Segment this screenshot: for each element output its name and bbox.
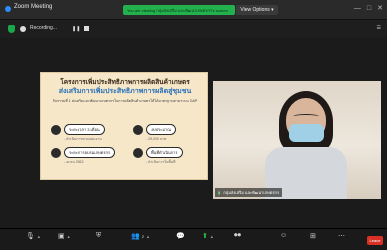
slide-subtitle: ส่งเสริมการเพิ่มประสิทธิภาพการผลิตสู่ชุม… — [58, 88, 192, 95]
participants-count: 2 — [141, 233, 144, 239]
recording-icon — [20, 26, 26, 32]
zoom-logo-icon — [5, 6, 11, 12]
participant-name: กลุ่มส่งเสริม และพัฒนาเกษตรกร — [223, 190, 280, 195]
slide-item-title: ระยะการอบรมเกษตรกร — [64, 147, 116, 158]
calendar-icon — [51, 148, 61, 158]
participant-video[interactable]: ▮ กลุ่มส่งเสริม และพัฒนาเกษตรกร — [213, 81, 381, 199]
view-options-button[interactable]: View Options ▾ — [236, 5, 278, 15]
apps-icon: ⊞ — [310, 233, 316, 240]
viewing-banner-text: You are viewing กลุ่มส่งเสริม และพัฒนาเก… — [127, 7, 228, 13]
clock-icon — [51, 125, 61, 135]
share-screen-button[interactable]: ⬆ ▲ — [202, 232, 214, 240]
participant-name-label: ▮ กลุ่มส่งเสริม และพัฒนาเกษตรกร — [215, 188, 283, 197]
slide-item-training: ระยะการอบรมเกษตรกร - อบรม 2563 — [51, 147, 116, 165]
slide-item-sub: - ดำเนินการตามแผนงาน — [64, 137, 102, 141]
apps-button[interactable]: ⊞ — [310, 232, 316, 240]
slide-item-area: พื้นที่ดำเนินการ - ดำเนินการในพื้นที่ — [133, 147, 183, 165]
signal-strength-icon: ▮ — [218, 190, 221, 195]
window-title: Zoom Meeting — [14, 4, 53, 10]
chat-button[interactable]: 💬 — [176, 232, 185, 240]
reaction-icon: ☺ — [280, 232, 288, 239]
chevron-up-icon[interactable]: ▲ — [37, 234, 41, 239]
face-mask — [289, 124, 324, 142]
record-icon: ⏺⏺ — [234, 232, 241, 239]
pause-recording-icon[interactable]: ❚❚ — [72, 26, 80, 32]
stop-recording-icon[interactable] — [84, 26, 89, 31]
participants-icon: 👥 — [131, 233, 140, 240]
slide-description: กิจกรรมที่ 1 ส่งเสริมและพัฒนาเกษตรกรในกา… — [52, 99, 198, 103]
slide-item-title: งบประมาณ — [146, 124, 176, 135]
recording-label: Recording... — [30, 25, 57, 31]
minimize-icon[interactable]: — — [354, 4, 361, 14]
slide-item-duration: ระยะเวลา 3 เดือน - ดำเนินการตามแผนงาน — [51, 124, 105, 142]
gallery-view-icon[interactable]: ☰ — [377, 25, 381, 31]
video-button[interactable]: ▣ ▲ — [58, 232, 71, 240]
participant-eyes — [293, 114, 319, 119]
participants-button[interactable]: 👥 2 ▲ — [131, 232, 150, 240]
close-icon[interactable]: ✕ — [377, 4, 383, 14]
shield-icon: ⛨ — [96, 232, 102, 239]
slide-item-title: ระยะเวลา 3 เดือน — [64, 124, 105, 135]
share-screen-icon: ⬆ — [202, 233, 208, 240]
maximize-icon[interactable]: □ — [367, 4, 371, 14]
microphone-icon: 🎙 — [26, 233, 35, 240]
mute-button[interactable]: 🎙 ▲ — [26, 232, 41, 240]
slide-item-sub: - อบรม 2563 — [64, 160, 84, 164]
chat-icon: 💬 — [176, 233, 185, 240]
security-button[interactable]: ⛨ — [96, 232, 101, 240]
money-icon — [133, 125, 143, 135]
slide-item-sub: - ดำเนินการในพื้นที่ — [146, 160, 176, 164]
meeting-status-bar: Recording... ❚❚ ☰ — [0, 20, 387, 38]
more-button[interactable]: ⋯ — [338, 232, 345, 240]
leave-button[interactable]: Leave — [367, 236, 383, 245]
meeting-toolbar: 🎙 ▲ ▣ ▲ ⛨ 👥 2 ▲ 💬 ⬆ ▲ ⏺⏺ ☺ ⊞ ⋯ Leave — [0, 228, 387, 250]
slide-item-title: พื้นที่ดำเนินการ — [146, 147, 183, 158]
video-camera-icon: ▣ — [58, 233, 65, 240]
viewing-banner: You are viewing กลุ่มส่งเสริม และพัฒนาเก… — [123, 5, 235, 15]
chevron-up-icon[interactable]: ▲ — [210, 234, 214, 239]
slide-item-budget: งบประมาณ - 25,000 บาท — [133, 124, 176, 142]
security-shield-icon[interactable] — [8, 25, 15, 33]
chevron-up-icon[interactable]: ▲ — [146, 234, 150, 239]
window-controls: — □ ✕ — [354, 4, 383, 14]
location-pin-icon — [133, 148, 143, 158]
slide-item-sub: - 25,000 บาท — [146, 137, 167, 141]
window-title-bar: Zoom Meeting You are viewing กลุ่มส่งเสร… — [0, 0, 387, 20]
shared-screen: โครงการเพิ่มประสิทธิภาพการผลิตสินค้าเกษต… — [40, 72, 208, 180]
more-icon: ⋯ — [338, 233, 345, 240]
record-button[interactable]: ⏺⏺ — [234, 232, 241, 240]
reactions-button[interactable]: ☺ — [280, 232, 287, 239]
chevron-up-icon[interactable]: ▲ — [67, 234, 71, 239]
